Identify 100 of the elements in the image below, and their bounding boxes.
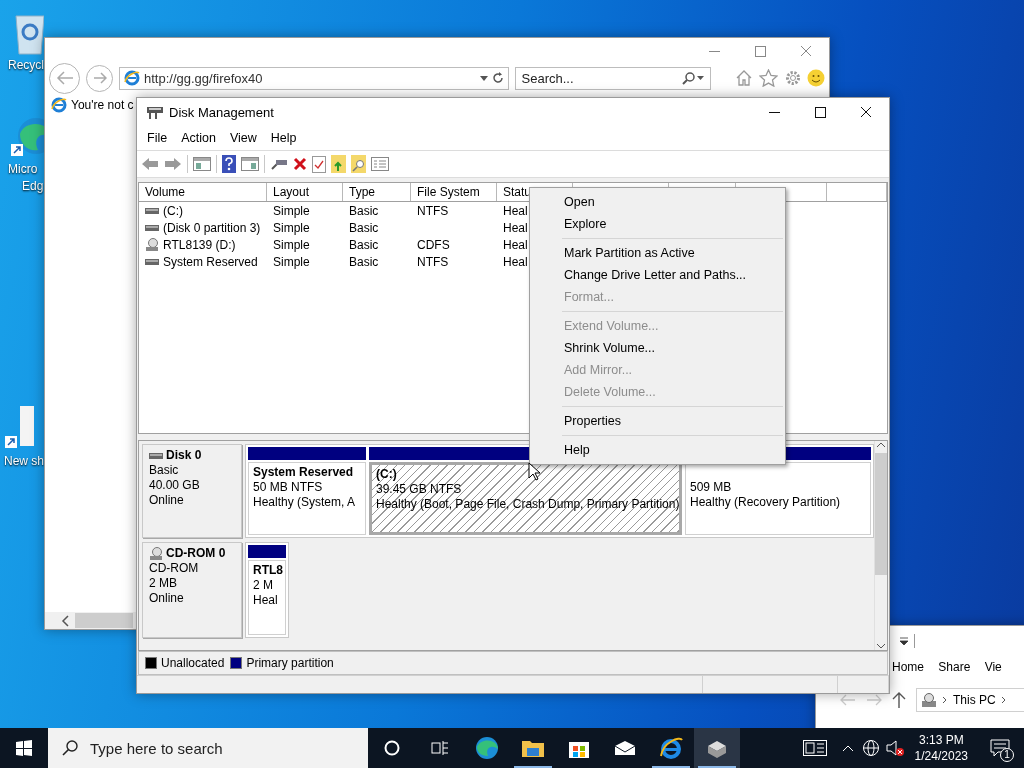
- address-field[interactable]: This PC: [916, 688, 1024, 712]
- cd-drive-icon: [149, 546, 163, 561]
- disk-detail: Basic: [149, 463, 179, 478]
- disk-detail: 2 MB: [149, 576, 177, 591]
- partition-status: Heal: [253, 593, 278, 608]
- globe-icon: [861, 739, 880, 757]
- column-header[interactable]: Layout: [267, 183, 343, 201]
- menu-item[interactable]: Help: [263, 131, 304, 145]
- search-field[interactable]: Search...: [514, 66, 712, 90]
- disk-detail: Online: [149, 493, 184, 508]
- home-icon[interactable]: [735, 69, 753, 87]
- disk-info-panel[interactable]: CD-ROM 0 CD-ROM 2 MB Online: [142, 542, 242, 638]
- task-view-icon: [431, 740, 449, 756]
- table-cell: System Reserved: [163, 254, 258, 269]
- message-icon: [990, 739, 1010, 757]
- back-arrow-icon[interactable]: [141, 157, 159, 171]
- disk-management-icon: [147, 105, 163, 119]
- taskbar-app-button[interactable]: [694, 728, 740, 768]
- volume-muted-icon: [885, 739, 904, 757]
- menu-item[interactable]: Mark Partition as Active: [530, 242, 785, 264]
- maximize-icon: [814, 106, 826, 118]
- column-header[interactable]: File System: [411, 183, 497, 201]
- help-icon[interactable]: [222, 155, 236, 173]
- partition-status: Healthy (Recovery Partition): [690, 495, 841, 510]
- forward-arrow-icon: [92, 72, 107, 84]
- menu-item[interactable]: Open: [530, 191, 785, 213]
- ribbon-tab[interactable]: Vie: [984, 660, 1024, 674]
- menu-item[interactable]: Properties: [530, 410, 785, 432]
- drive-icon: [145, 224, 159, 231]
- table-cell: (C:): [163, 203, 183, 218]
- menu-item[interactable]: Action: [174, 131, 223, 145]
- up-arrow-icon[interactable]: [892, 692, 906, 708]
- properties-icon[interactable]: [371, 157, 389, 171]
- table-cell: (Disk 0 partition 3): [163, 220, 261, 235]
- panel-icon[interactable]: [241, 157, 259, 171]
- chevron-icon: [1000, 696, 1007, 704]
- partition-bar: [248, 545, 286, 558]
- windows-logo-icon: [16, 740, 32, 756]
- partition-block[interactable]: 509 MB Healthy (Recovery Partition): [685, 462, 871, 535]
- ribbon-tab[interactable]: Home: [892, 660, 939, 674]
- table-cell: Heal: [503, 203, 528, 218]
- close-icon: [800, 45, 812, 57]
- partition-block[interactable]: RTL8 2 M Heal: [248, 560, 286, 635]
- table-cell: Simple: [273, 203, 310, 218]
- menu-item[interactable]: Help: [530, 439, 785, 461]
- menu-item[interactable]: View: [222, 131, 264, 145]
- partition-block[interactable]: System Reserved 50 MB NTFS Healthy (System, A: [248, 462, 366, 535]
- column-header[interactable]: Volume: [139, 183, 267, 201]
- minimize-icon: [768, 111, 780, 113]
- clock[interactable]: 3:13 PM 1/24/2023: [906, 732, 976, 764]
- taskbar-search-field[interactable]: Type here to search: [48, 728, 368, 768]
- address-field[interactable]: http://gg.gg/firefox40: [119, 66, 509, 90]
- settings-icon[interactable]: [783, 69, 802, 87]
- star-icon[interactable]: [758, 69, 778, 87]
- column-header[interactable]: Type: [343, 183, 411, 201]
- partition-size: 2 M: [253, 578, 273, 593]
- folder-search-icon[interactable]: [351, 155, 366, 173]
- drive-icon: [145, 258, 159, 265]
- table-cell: Basic: [349, 237, 379, 252]
- notifications-button[interactable]: 1: [976, 728, 1024, 768]
- disk-detail: CD-ROM: [149, 561, 199, 576]
- partition-size: 50 MB NTFS: [253, 480, 323, 495]
- mail-icon: [614, 740, 636, 756]
- breadcrumb[interactable]: This PC: [953, 693, 996, 707]
- partition-title: (C:): [376, 467, 397, 482]
- menu-item[interactable]: Change Drive Letter and Paths...: [530, 264, 785, 286]
- table-cell: NTFS: [417, 203, 449, 218]
- partition-title: System Reserved: [253, 465, 354, 480]
- vertical-scrollbar[interactable]: [874, 441, 887, 650]
- ribbon-tab[interactable]: Share: [938, 660, 985, 674]
- folder-up-icon[interactable]: [331, 155, 346, 173]
- cd-drive-icon: [145, 237, 159, 252]
- back-button[interactable]: [49, 62, 80, 94]
- panel-icon[interactable]: [193, 157, 211, 171]
- delete-icon[interactable]: [293, 157, 307, 171]
- checklist-icon[interactable]: [312, 155, 326, 173]
- back-arrow-icon[interactable]: [840, 694, 856, 706]
- disk-detail: 40.00 GB: [149, 478, 200, 493]
- desktop-icon-label: Edg: [22, 179, 44, 194]
- partition-status: Healthy (System, A: [253, 495, 356, 510]
- connect-icon[interactable]: [270, 157, 288, 171]
- forward-arrow-icon[interactable]: [866, 694, 882, 706]
- minimize-icon: [708, 50, 720, 52]
- horizontal-scrollbar[interactable]: [45, 612, 137, 629]
- smiley-icon[interactable]: [807, 69, 825, 87]
- chevron-up-icon: [876, 441, 886, 449]
- tab-browser-icon: [51, 97, 67, 113]
- dropdown-icon[interactable]: [900, 637, 908, 645]
- close-icon: [860, 106, 872, 118]
- folder-icon: [521, 738, 545, 758]
- menu-item[interactable]: File: [140, 131, 175, 145]
- partition-block[interactable]: (C:) 39.45 GB NTFS Healthy (Boot, Page File, Crash Dump, Primary Partition): [369, 462, 682, 535]
- disk-detail: Online: [149, 591, 184, 606]
- forward-button[interactable]: [86, 64, 113, 92]
- disk-info-panel[interactable]: Disk 0 Basic 40.00 GB Online: [142, 444, 242, 538]
- browser-tab[interactable]: You're not c: [71, 98, 134, 112]
- menu-item[interactable]: Explore: [530, 213, 785, 235]
- forward-arrow-icon[interactable]: [164, 157, 182, 171]
- menu-item[interactable]: Shrink Volume...: [530, 337, 785, 359]
- chevron-icon: [942, 696, 948, 704]
